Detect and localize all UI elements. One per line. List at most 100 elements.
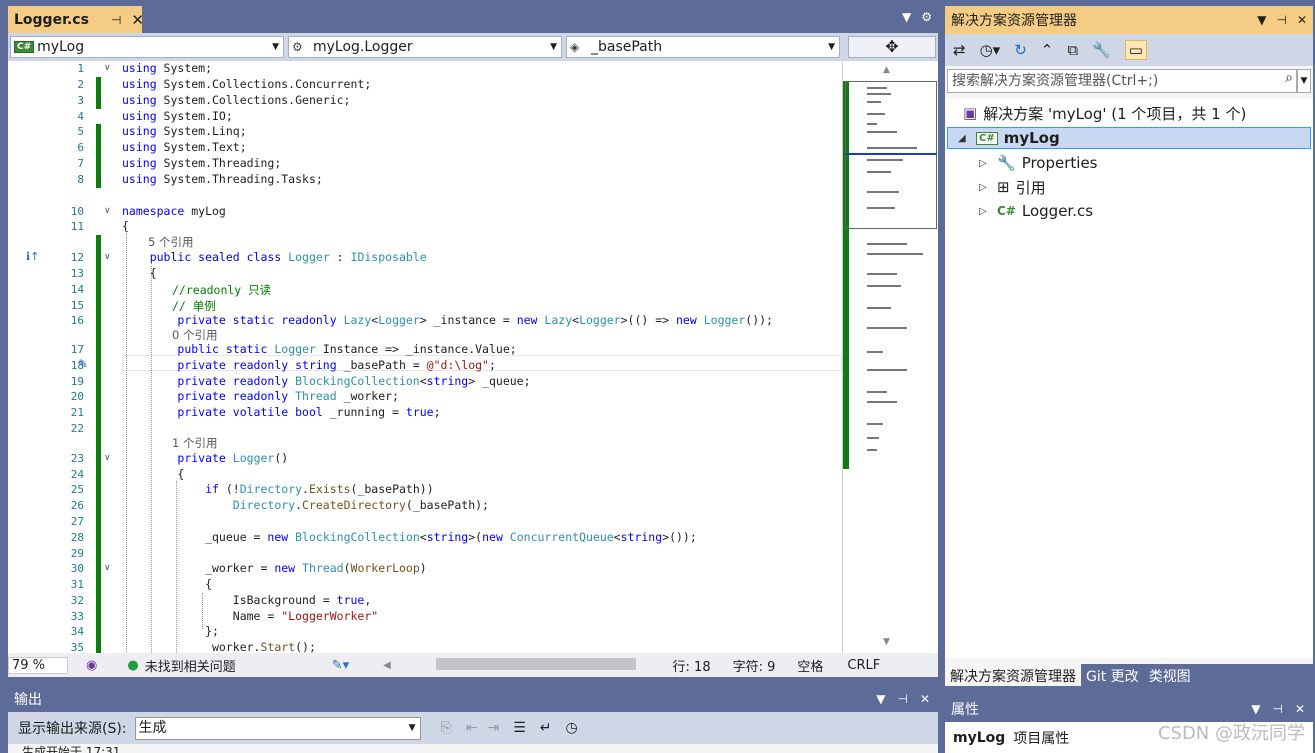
pin-icon[interactable]: ⊣ [897,692,907,706]
expanded-arrow-icon[interactable]: ◢ [958,133,976,144]
code-line: { [122,467,185,481]
reference-count-lens[interactable]: 5 个引用 [148,234,193,250]
copy-icon[interactable]: ⧉ [1067,41,1078,59]
panel-title: 属性 [951,702,979,718]
line-number: 8 [77,173,84,186]
line-number: 21 [70,406,84,419]
solution-explorer-title: 解决方案资源管理器 ▼ ⊣ ✕ [945,6,1313,34]
minimap-line [867,437,879,439]
brush-icon[interactable]: ✎▾ [332,658,349,673]
fold-icon[interactable]: ∨ [104,63,111,73]
scroll-left-icon[interactable]: ◀ [383,660,391,671]
word-wrap-icon[interactable]: ↵ [540,720,552,736]
line-number: 7 [77,157,84,170]
pin-icon[interactable]: ⊣ [1276,13,1286,27]
references-icon: ⊞ [997,178,1010,196]
solution-search-input[interactable]: 搜索解决方案资源管理器(Ctrl+;) [947,69,1297,93]
line-number: 3 [77,94,84,107]
fold-icon[interactable]: ∨ [104,206,111,216]
fold-icon[interactable]: ∨ [104,252,111,262]
fold-icon[interactable]: ∨ [104,453,111,463]
collapsed-arrow-icon[interactable]: ▷ [979,182,997,193]
tree-item-properties[interactable]: ▷ 🔧 Properties [979,152,1098,174]
split-editor-button[interactable]: ✥ [848,36,936,58]
switch-views-icon[interactable]: ⇄ [953,41,966,59]
timestamp-icon[interactable]: ◷ [566,720,578,736]
tree-item-logger-cs[interactable]: ▷ C# Logger.cs [979,200,1093,222]
output-text: 生成开始于 17:31... [22,745,132,753]
collapse-all-icon[interactable]: ⌃ [1041,41,1054,59]
properties-object-type: 项目属性 [1013,730,1070,747]
navigation-bar: C# myLog ▼ ⚙ myLog.Logger ▼ ◈ _basePath … [8,33,938,61]
close-icon[interactable]: ✕ [920,692,930,706]
minimap-line [867,131,897,133]
refresh-icon[interactable]: ↻ [1014,41,1027,59]
tab-git-changes[interactable]: Git 更改 [1081,664,1144,686]
intellicode-icon[interactable]: ◉ [86,658,97,673]
minimap-caret-line [845,153,937,155]
collapsed-arrow-icon[interactable]: ▷ [979,206,997,217]
next-message-icon[interactable]: ⇥ [487,720,499,736]
tree-solution-node[interactable]: ▣ 解决方案 'myLog' (1 个项目，共 1 个) [963,102,1246,124]
minimap-line [867,401,897,403]
chevron-down-icon: ▼ [272,42,279,52]
wrench-icon[interactable]: 🔧 [1092,41,1111,59]
close-icon[interactable]: ✕ [131,11,144,29]
type-dropdown[interactable]: ⚙ myLog.Logger ▼ [288,36,562,58]
tab-solution-explorer[interactable]: 解决方案资源管理器 [945,664,1081,686]
change-bar [96,156,101,188]
code-line: { [122,266,157,280]
code-line: _worker = new Thread(WorkerLoop) [122,561,427,575]
prev-message-icon[interactable]: ⇤ [466,720,478,736]
minimap-line [867,253,923,255]
close-icon[interactable]: ✕ [1297,13,1307,27]
output-source-select[interactable]: 生成 ▼ [134,716,421,740]
dropdown-icon[interactable]: ▼ [876,692,885,706]
reference-count-lens[interactable]: 1 个引用 [172,435,217,451]
project-label: myLog [1003,129,1060,147]
code-area[interactable]: ∨ ∨ ∨ ∨ ∨ ℹ↑ ✎ 1 2 3 4 5 6 7 8 10 11 12 13 14 15 16 17 1… [8,61,842,653]
whitespace-indicator[interactable]: 空格 [797,656,823,675]
dropdown-icon[interactable]: ▼ [1251,702,1260,716]
gear-icon[interactable]: ⚙ [921,10,932,24]
find-in-output-icon[interactable]: ⎘ [441,720,452,736]
clear-all-icon[interactable]: ☰ [513,720,526,736]
tree-project-node[interactable]: ◢ C# myLog [947,127,1311,149]
line-number: 16 [70,314,84,327]
member-dropdown[interactable]: ◈ _basePath ▼ [566,36,840,58]
tree-item-references[interactable]: ▷ ⊞ 引用 [979,176,1046,198]
collapsed-arrow-icon[interactable]: ▷ [979,158,997,169]
horizontal-scrollbar-thumb[interactable] [436,658,636,670]
minimap-scrollbar[interactable]: ▲ ▼ [842,61,938,653]
minimap-line [867,101,881,103]
minimap-line [867,351,883,353]
class-hierarchy-icon[interactable]: ℹ↑ [26,250,39,263]
pin-icon[interactable]: ⊣ [111,13,121,27]
pin-icon[interactable]: ⊣ [1272,702,1282,716]
eol-indicator[interactable]: CRLF [847,658,880,673]
search-icon[interactable]: ⌕ [1279,70,1299,92]
search-options-dropdown[interactable]: ▼ [1297,69,1311,93]
history-icon[interactable]: ◷▾ [980,41,1001,59]
dropdown-icon[interactable]: ▼ [1257,13,1266,27]
project-dropdown[interactable]: C# myLog ▼ [10,36,284,58]
issues-status[interactable]: 未找到相关问题 [145,656,236,675]
fold-icon[interactable]: ∨ [104,563,111,573]
scroll-down-icon[interactable]: ▼ [883,637,890,647]
minimap-line [867,123,877,125]
code-line: namespace myLog [122,204,226,218]
line-number: 14 [70,283,84,296]
tab-class-view[interactable]: 类视图 [1144,664,1196,686]
reference-count-lens[interactable]: 0 个引用 [172,327,217,343]
scroll-up-icon[interactable]: ▲ [883,65,890,75]
line-number: 32 [70,594,84,607]
solution-explorer: 解决方案资源管理器 ▼ ⊣ ✕ ⇄ ◷▾ ↻ ⌃ ⧉ 🔧 ▭ 搜索解决方案资源管理器… [945,6,1313,686]
output-title-bar: 输出 ▼ ⊣ ✕ [8,686,938,712]
close-icon[interactable]: ✕ [1295,702,1305,716]
tab-dropdown-icon[interactable]: ▼ [902,10,911,24]
document-tab-logger[interactable]: Logger.cs ⊣ ✕ [8,6,144,33]
zoom-level[interactable]: 79 % [8,656,68,674]
line-number: 28 [70,531,84,544]
chevron-down-icon: ▼ [408,722,416,733]
preview-icon[interactable]: ▭ [1124,40,1147,60]
